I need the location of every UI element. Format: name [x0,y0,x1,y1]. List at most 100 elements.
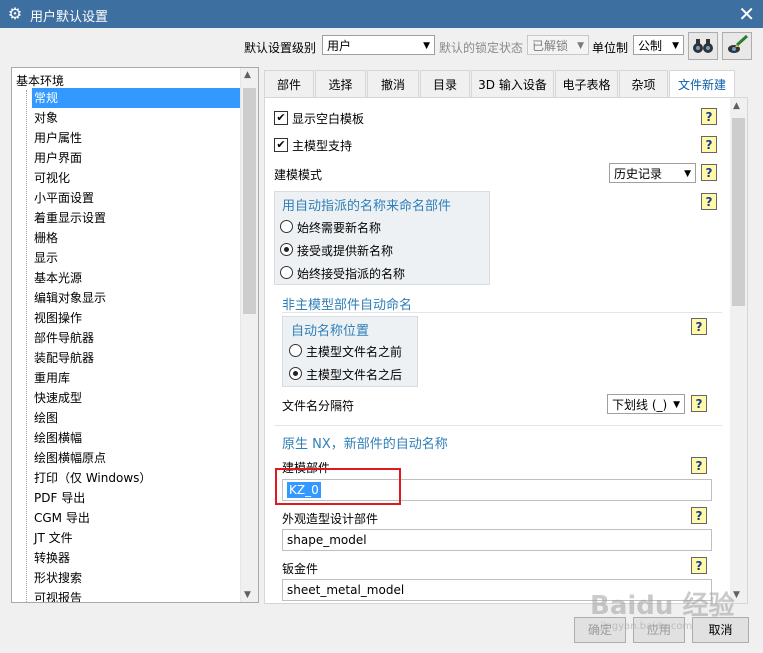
radio-before-master-label: 主模型文件名之前 [306,345,403,359]
tree-root[interactable]: 基本环境 [16,72,64,89]
window-title: 用户默认设置 [30,10,109,25]
modeling-mode-label: 建模模式 [274,168,323,182]
tree-item[interactable]: 常规 [32,88,242,108]
unit-select[interactable]: 公制 ▼ [633,35,684,55]
tree-item[interactable]: 编辑对象显示 [32,288,242,308]
radio-before-master[interactable] [289,344,302,357]
help-icon[interactable]: ? [701,193,717,210]
panel-scrollbar[interactable]: ▲ ▼ [730,98,747,603]
category-tree[interactable]: 基本环境 常规 对象 用户属性 用户界面 可视化 小平面设置 着重显示设置 栅格 显示 基本光源编… [11,67,259,603]
sheet-metal-value: sheet_metal_model [287,583,405,597]
tab[interactable]: 撤消 [367,70,419,98]
tree-item[interactable]: 打印（仅 Windows） [32,468,242,488]
modeling-mode-value: 历史记录 [614,167,663,181]
tree-item[interactable]: 转换器 [32,548,242,568]
separator-value: 下划线 (_) [612,398,668,412]
radio-always-accept-label: 始终接受指派的名称 [297,267,406,281]
binoculars-icon [693,39,713,53]
tab[interactable]: 目录 [420,70,470,98]
lock-select: 已解锁 ▼ [527,35,589,55]
toolbar: 默认设置级别 用户 ▼ 默认的锁定状态 已解锁 ▼ 单位制 公制 ▼ [0,32,763,61]
show-blank-template-checkbox[interactable]: ✔ [274,111,288,125]
tab[interactable]: 文件新建 [669,70,735,98]
tree-connector [26,90,27,602]
unit-label: 单位制 [592,41,629,55]
tab[interactable]: 部件 [264,70,314,98]
tab[interactable]: 电子表格 [555,70,618,98]
tree-item[interactable]: 基本光源 [32,268,242,288]
non-master-section-title: 非主模型部件自动命名 [282,298,413,313]
scrollbar-thumb[interactable] [732,118,745,306]
help-icon[interactable]: ? [691,395,707,412]
help-icon[interactable]: ? [691,557,707,574]
divider [282,312,722,313]
level-select[interactable]: 用户 ▼ [322,35,435,55]
modeling-mode-select[interactable]: 历史记录 ▼ [609,163,696,183]
edit-search-icon [728,34,749,53]
title-bar: ⚙ 用户默认设置 ✕ [0,0,763,28]
settings-panel: ✔ 显示空白模板 ? ✔ 主模型支持 ? 建模模式 历史记录 ▼ ? 用自动指派… [264,97,748,604]
manage-defaults-button[interactable] [722,32,752,60]
shape-part-input[interactable]: shape_model [282,529,712,551]
radio-always-new[interactable] [280,220,293,233]
tree-item[interactable]: 视图操作 [32,308,242,328]
tree-item[interactable]: 用户属性 [32,128,242,148]
level-label: 默认设置级别 [244,41,317,55]
help-icon[interactable]: ? [691,318,707,335]
tree-item[interactable]: PDF 导出 [32,488,242,508]
tree-item[interactable]: 装配导航器 [32,348,242,368]
radio-after-master-label: 主模型文件名之后 [306,368,403,382]
tree-item[interactable]: 绘图横幅原点 [32,448,242,468]
radio-always-new-label: 始终需要新名称 [297,221,382,235]
chevron-down-icon: ▼ [684,169,691,179]
tree-item[interactable]: 绘图横幅 [32,428,242,448]
tree-item[interactable]: 可视化 [32,168,242,188]
tree-item[interactable]: 显示 [32,248,242,268]
tab[interactable]: 3D 输入设备 [471,70,554,98]
chevron-down-icon: ▼ [577,41,584,51]
help-icon[interactable]: ? [691,457,707,474]
tree-item[interactable]: 形状搜索 [32,568,242,588]
lock-select-value: 已解锁 [532,39,569,53]
watermark-main: Baidu 经验 [590,591,735,621]
scroll-down-icon[interactable]: ▼ [244,590,251,600]
radio-after-master[interactable] [289,367,302,380]
tree-item[interactable]: 对象 [32,108,242,128]
tree-item[interactable]: CGM 导出 [32,508,242,528]
help-icon[interactable]: ? [701,136,717,153]
close-button[interactable]: ✕ [738,2,755,26]
radio-always-accept[interactable] [280,266,293,279]
tree-item[interactable]: 小平面设置 [32,188,242,208]
tree-item[interactable]: 着重显示设置 [32,208,242,228]
find-defaults-button[interactable] [688,32,718,60]
tree-item[interactable]: 用户界面 [32,148,242,168]
divider [274,425,722,426]
tree-item[interactable]: 绘图 [32,408,242,428]
scroll-up-icon[interactable]: ▲ [244,70,251,80]
help-icon[interactable]: ? [701,108,717,125]
tree-item[interactable]: 重用库 [32,368,242,388]
show-blank-template-label: 显示空白模板 [292,112,365,126]
master-model-checkbox[interactable]: ✔ [274,138,288,152]
tab[interactable]: 选择 [315,70,366,98]
tab[interactable]: 杂项 [619,70,668,98]
watermark: Baidu 经验 jingyan.baidu.com [590,585,760,645]
chevron-down-icon: ▼ [423,41,430,51]
tree-item[interactable]: 可视报告 [32,588,242,602]
scrollbar-thumb[interactable] [243,88,256,314]
tree-item[interactable]: 栅格 [32,228,242,248]
tree-scrollbar[interactable]: ▲ ▼ [240,68,258,602]
sheet-metal-label: 钣金件 [282,562,319,576]
separator-select[interactable]: 下划线 (_) ▼ [607,394,685,414]
tree-item[interactable]: 快速成型 [32,388,242,408]
unit-select-value: 公制 [638,39,663,53]
radio-accept-new-label: 接受或提供新名称 [297,244,394,258]
auto-position-group-title: 自动名称位置 [291,324,370,339]
tree-item[interactable]: 部件导航器 [32,328,242,348]
help-icon[interactable]: ? [701,164,717,181]
tree-item[interactable]: JT 文件 [32,528,242,548]
scroll-up-icon[interactable]: ▲ [733,101,740,111]
radio-accept-new[interactable] [280,243,293,256]
separator-label: 文件名分隔符 [282,399,355,413]
help-icon[interactable]: ? [691,507,707,524]
